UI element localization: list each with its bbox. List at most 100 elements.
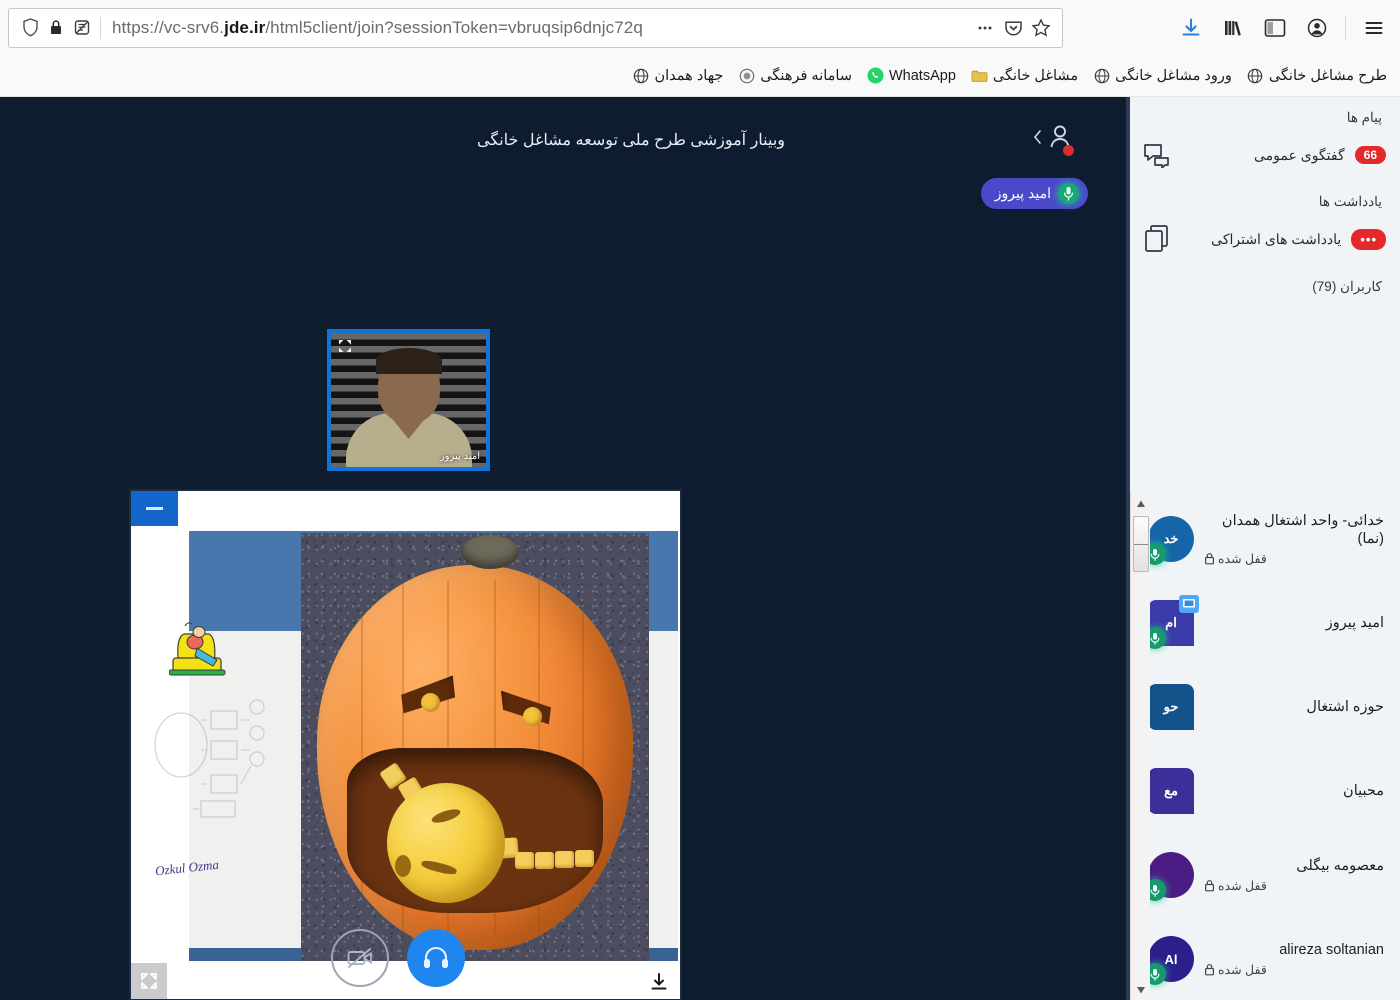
- avatar[interactable]: حو: [1148, 684, 1194, 730]
- users-heading: کاربران (79): [1312, 279, 1382, 294]
- bookmark-label: مشاغل خانگی: [992, 67, 1079, 84]
- user-name: حوزه اشتغال: [1306, 698, 1384, 715]
- fullscreen-presentation-button[interactable]: [131, 963, 167, 999]
- lock-icon[interactable]: [43, 15, 69, 41]
- lock-icon: [1205, 880, 1215, 892]
- users-list-scrollbar[interactable]: [1130, 492, 1150, 1000]
- audio-button[interactable]: [407, 929, 465, 987]
- pocket-icon[interactable]: [1000, 15, 1026, 41]
- address-bar[interactable]: https://vc-srv6.jde.ir/html5client/join?…: [8, 7, 1063, 48]
- presentation-panel: Ozkul Ozma: [129, 489, 682, 1000]
- user-name: خدائی- واحد اشتغال همدان (نما): [1221, 512, 1384, 547]
- shield-icon[interactable]: [17, 15, 43, 41]
- chat-bubbles-icon: [1140, 138, 1174, 172]
- scroll-down-arrow-icon[interactable]: [1135, 983, 1147, 995]
- meeting-title: وبینار آموزشی طرح ملی توسعه مشاغل خانگی: [477, 132, 785, 149]
- slide-photo-pumpkin: .: [301, 533, 649, 968]
- scroll-up-arrow-icon[interactable]: [1135, 497, 1147, 509]
- globe-icon: [1093, 67, 1110, 84]
- bookmark-label: ورود مشاغل خانگی: [1115, 67, 1232, 84]
- list-item[interactable]: محبیان مع: [1130, 749, 1400, 833]
- presentation-slide: Ozkul Ozma: [133, 508, 678, 968]
- list-item[interactable]: امید پیروز ام: [1130, 581, 1400, 665]
- meeting-sidebar: پیام ها 66 گفتگوی عمومی یادداشت ها ••• ی…: [1130, 97, 1400, 1000]
- talking-indicator[interactable]: امید پیروز: [980, 178, 1088, 209]
- bookmark-label: سامانه فرهنگی: [760, 67, 852, 84]
- bookmark-item[interactable]: طرح مشاغل خانگی: [1240, 64, 1394, 87]
- users-list[interactable]: خدائی- واحد اشتغال همدان (نما) قفل شده خ…: [1130, 497, 1400, 1000]
- avatar[interactable]: مع: [1148, 768, 1194, 814]
- browser-toolbar-right: [1177, 14, 1400, 42]
- bookmark-item[interactable]: جهاد همدان: [625, 64, 730, 87]
- user-status-text: قفل شده: [1218, 552, 1267, 567]
- urlbar-divider: [100, 16, 101, 39]
- screenshare-icon: [1179, 595, 1199, 613]
- pumpkin-stem: [461, 535, 520, 569]
- user-status-text: قفل شده: [1218, 879, 1267, 894]
- fullscreen-icon: [141, 973, 157, 989]
- list-item[interactable]: خدائی- واحد اشتغال همدان (نما) قفل شده خ…: [1130, 497, 1400, 581]
- meeting-controls: [331, 929, 465, 987]
- webcam-name-label: امید پیروز: [439, 451, 480, 462]
- bookmark-label: جهاد همدان: [654, 67, 724, 84]
- bookmark-item[interactable]: مشاغل خانگی: [964, 64, 1085, 87]
- minimize-presentation-button[interactable]: [131, 491, 178, 526]
- bookmark-label: طرح مشاغل خانگی: [1268, 67, 1387, 84]
- url-text[interactable]: https://vc-srv6.jde.ir/html5client/join?…: [106, 18, 972, 38]
- avatar[interactable]: [1144, 852, 1194, 901]
- expand-icon[interactable]: [336, 337, 354, 355]
- page-actions-more-icon[interactable]: [972, 15, 998, 41]
- list-item[interactable]: alireza soltanian قفل شده Al: [1130, 917, 1400, 1000]
- meeting-page: وبینار آموزشی طرح ملی توسعه مشاغل خانگی …: [0, 97, 1400, 1000]
- user-name: محبیان: [1343, 782, 1384, 799]
- avatar[interactable]: Al: [1144, 936, 1194, 985]
- bookmark-star-icon[interactable]: [1028, 15, 1054, 41]
- download-presentation-button[interactable]: [648, 971, 670, 993]
- sidebar-item-shared-notes[interactable]: ••• یادداشت های اشتراکی: [1130, 213, 1400, 265]
- avatar-initials: مع: [1148, 768, 1194, 814]
- public-chat-label: گفتگوی عمومی: [1254, 146, 1345, 163]
- lock-icon: [1205, 553, 1215, 565]
- meeting-stage: وبینار آموزشی طرح ملی توسعه مشاغل خانگی …: [0, 97, 1130, 1000]
- globe-icon: [1247, 67, 1264, 84]
- list-item[interactable]: معصومه بیگلی قفل شده: [1130, 833, 1400, 917]
- webcam-tile[interactable]: امید پیروز: [327, 329, 490, 471]
- bookmarks-bar: طرح مشاغل خانگی ورود مشاغل خانگی مشاغل خ…: [0, 55, 1400, 97]
- clipart-person-chair: [169, 622, 226, 676]
- scrollbar-thumb[interactable]: [1133, 516, 1149, 572]
- user-status-text: قفل شده: [1218, 963, 1267, 978]
- documents-icon: [1140, 222, 1174, 256]
- bookmark-item[interactable]: WhatsApp: [860, 64, 963, 87]
- user-name: امید پیروز: [1325, 614, 1384, 631]
- video-off-icon: [347, 948, 372, 968]
- browser-window: https://vc-srv6.jde.ir/html5client/join?…: [0, 0, 1400, 1000]
- list-item[interactable]: حوزه اشتغال حو: [1130, 665, 1400, 749]
- public-chat-badge: 66: [1354, 146, 1386, 164]
- toolbar-divider: [1345, 15, 1346, 40]
- sidebar-toggle-icon[interactable]: [1261, 14, 1289, 42]
- whatsapp-icon: [867, 67, 884, 84]
- folder-icon: [971, 67, 988, 84]
- reader-view-icon[interactable]: [69, 15, 95, 41]
- account-icon[interactable]: [1303, 14, 1331, 42]
- globe-icon: [632, 67, 649, 84]
- avatar-initials: حو: [1148, 684, 1194, 730]
- webcam-off-button[interactable]: [331, 929, 389, 987]
- avatar[interactable]: خد: [1144, 516, 1194, 565]
- talking-user-name: امید پیروز: [994, 185, 1051, 201]
- download-icon[interactable]: [1177, 14, 1205, 42]
- shared-notes-label: یادداشت های اشتراکی: [1211, 230, 1342, 247]
- shared-notes-badge: •••: [1351, 228, 1386, 250]
- pumpkin-apple-face: [387, 783, 505, 903]
- sidebar-item-public-chat[interactable]: 66 گفتگوی عمومی: [1130, 129, 1400, 181]
- avatar[interactable]: ام: [1144, 595, 1199, 649]
- user-name: معصومه بیگلی: [1296, 857, 1384, 874]
- library-icon[interactable]: [1219, 14, 1247, 42]
- bookmark-label: WhatsApp: [888, 67, 956, 84]
- bookmark-item[interactable]: سامانه فرهنگی: [731, 64, 859, 87]
- bookmark-item[interactable]: ورود مشاغل خانگی: [1086, 64, 1239, 87]
- user-name: alireza soltanian: [1279, 941, 1384, 958]
- download-icon: [651, 973, 667, 990]
- user-status: قفل شده: [1204, 878, 1384, 893]
- hamburger-menu-icon[interactable]: [1360, 14, 1388, 42]
